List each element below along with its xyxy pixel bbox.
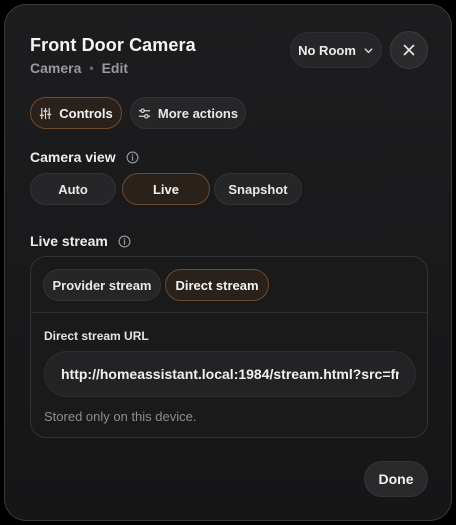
tab-more-actions[interactable]: More actions <box>130 97 246 129</box>
option-label: Provider stream <box>52 277 152 293</box>
option-label: Auto <box>58 181 88 197</box>
option-label: Snapshot <box>228 181 288 197</box>
breadcrumb-separator: • <box>89 61 94 75</box>
live-stream-heading: Live stream <box>30 233 131 249</box>
camera-view-option-snapshot[interactable]: Snapshot <box>214 173 302 205</box>
camera-view-label: Camera view <box>30 149 116 165</box>
option-label: Direct stream <box>175 277 259 293</box>
close-button[interactable] <box>390 31 428 69</box>
camera-settings-dialog: Front Door Camera Camera • Edit No Room … <box>4 4 452 521</box>
stream-option-direct[interactable]: Direct stream <box>165 269 269 301</box>
option-label: Live <box>152 181 179 197</box>
done-label: Done <box>378 471 414 487</box>
info-icon[interactable] <box>118 235 131 248</box>
room-select-label: No Room <box>298 42 356 58</box>
stream-option-provider[interactable]: Provider stream <box>43 269 161 301</box>
stream-url-input[interactable] <box>44 351 416 397</box>
camera-view-heading: Camera view <box>30 149 139 165</box>
live-stream-card: Provider stream Direct stream Direct str… <box>30 256 428 438</box>
breadcrumb: Camera • Edit <box>30 60 128 76</box>
stream-url-hint: Stored only on this device. <box>44 409 197 424</box>
sliders-icon <box>39 107 52 120</box>
tab-more-actions-label: More actions <box>157 105 239 121</box>
live-stream-label: Live stream <box>30 233 108 249</box>
breadcrumb-section[interactable]: Camera <box>30 60 81 76</box>
tab-controls[interactable]: Controls <box>30 97 122 129</box>
dialog-title: Front Door Camera <box>30 35 196 55</box>
done-button[interactable]: Done <box>364 461 428 497</box>
breadcrumb-mode: Edit <box>101 60 129 76</box>
camera-view-option-auto[interactable]: Auto <box>30 173 116 205</box>
card-divider <box>31 312 427 313</box>
info-icon[interactable] <box>126 151 139 164</box>
stream-url-label: Direct stream URL <box>44 329 149 343</box>
tab-controls-label: Controls <box>59 105 113 121</box>
settings-icon <box>138 107 151 120</box>
camera-view-option-live[interactable]: Live <box>122 173 210 205</box>
room-select-button[interactable]: No Room <box>290 32 382 68</box>
close-icon <box>403 44 415 56</box>
chevron-down-icon <box>363 45 374 56</box>
